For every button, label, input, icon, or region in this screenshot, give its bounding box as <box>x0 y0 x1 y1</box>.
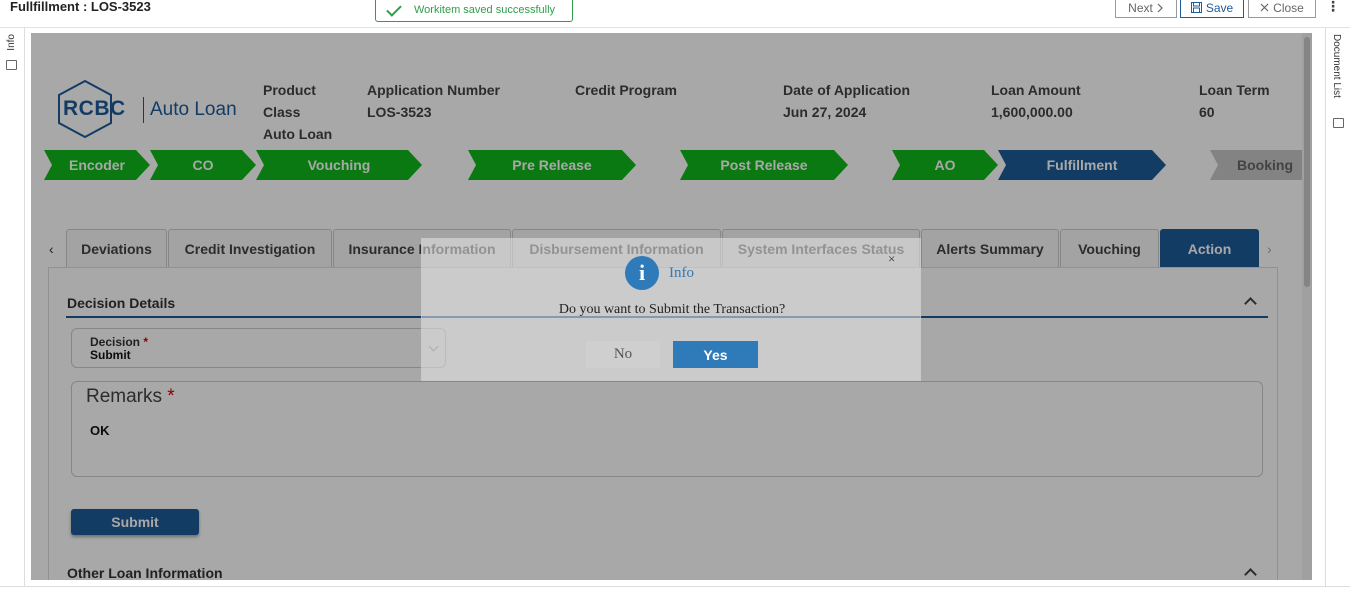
page-title: Fullfillment : LOS-3523 <box>10 0 151 14</box>
top-bar: Fullfillment : LOS-3523 Workitem saved s… <box>0 0 1350 28</box>
status-strip <box>0 586 1350 602</box>
save-button[interactable]: Save <box>1180 0 1244 18</box>
more-options-icon[interactable]: ⋮ <box>1326 0 1340 14</box>
document-icon <box>6 60 17 70</box>
confirm-dialog: i Info × Do you want to Submit the Trans… <box>421 238 921 381</box>
checkmark-icon <box>386 3 404 17</box>
close-label: Close <box>1273 0 1304 15</box>
document-icon <box>1333 118 1344 128</box>
toast-message: Workitem saved successfully <box>414 3 556 16</box>
save-label: Save <box>1205 0 1234 15</box>
close-button[interactable]: Close <box>1248 0 1316 18</box>
close-icon <box>1260 3 1269 12</box>
dialog-question: Do you want to Submit the Transaction? <box>558 302 786 317</box>
document-list-label: Document List <box>1331 34 1342 98</box>
no-button[interactable]: No <box>586 341 660 368</box>
info-icon: i <box>625 256 659 290</box>
dialog-close-icon[interactable]: × <box>888 251 895 267</box>
next-button[interactable]: Next <box>1115 0 1177 18</box>
info-panel-toggle[interactable]: Info <box>0 28 25 586</box>
document-list-toggle[interactable]: Document List <box>1325 28 1350 586</box>
dialog-title: Info <box>669 265 694 281</box>
next-label: Next <box>1128 0 1153 15</box>
info-panel-label: Info <box>6 34 17 51</box>
success-toast: Workitem saved successfully <box>375 0 573 22</box>
save-icon <box>1190 2 1202 13</box>
chevron-right-icon <box>1157 3 1163 12</box>
yes-button[interactable]: Yes <box>673 341 758 368</box>
